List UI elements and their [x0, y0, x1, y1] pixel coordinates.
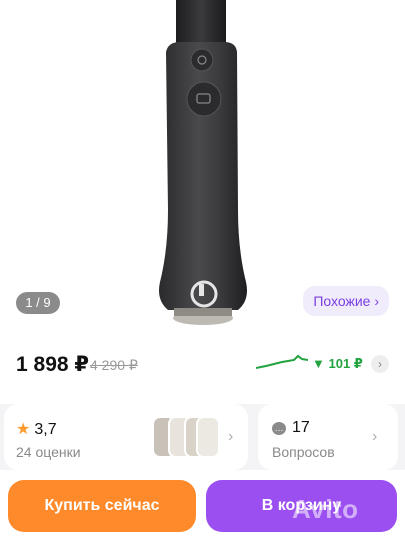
review-thumbnail[interactable] [196, 416, 220, 458]
questions-card[interactable]: … 17 Вопросов › [258, 404, 398, 470]
chat-bubble-icon: … [272, 422, 286, 435]
similar-items-button[interactable]: Похожие › [303, 286, 389, 316]
buy-now-button[interactable]: Купить сейчас [8, 480, 196, 532]
gallery-page-indicator: 1 / 9 [16, 292, 60, 314]
old-price: 4 290 ₽ [90, 357, 138, 373]
price-history-chevron-icon[interactable]: › [371, 355, 389, 373]
reviews-count: 24 оценки [16, 444, 81, 460]
review-photo-thumbnails[interactable] [152, 416, 220, 458]
questions-count: … 17 [272, 419, 310, 437]
bottom-action-bar: Купить сейчас В корзину Avito [0, 470, 405, 540]
product-image-gallery[interactable]: 1 / 9 Похожие › [0, 0, 405, 335]
price-trend-chart [256, 354, 308, 369]
avito-watermark: Avito [292, 494, 359, 524]
rating-chevron-icon: › [228, 428, 234, 445]
product-photo [159, 0, 247, 325]
current-price: 1 898 ₽ [16, 353, 89, 376]
rating-card[interactable]: ★ 3,7 24 оценки › [4, 404, 248, 470]
questions-label: Вопросов [272, 444, 335, 460]
questions-chevron-icon: › [372, 428, 378, 445]
price-drop-badge: ▼ 101 ₽ [312, 356, 363, 371]
price-row[interactable]: 1 898 ₽ 4 290 ₽ ▼ 101 ₽ › [16, 352, 389, 378]
info-cards: ★ 3,7 24 оценки › … 17 Вопросов › [0, 404, 405, 470]
product-page: 1 / 9 Похожие › 1 898 ₽ 4 290 ₽ ▼ 101 ₽ … [0, 0, 405, 540]
rating-value: ★ 3,7 [16, 421, 57, 438]
star-icon: ★ [16, 421, 31, 438]
